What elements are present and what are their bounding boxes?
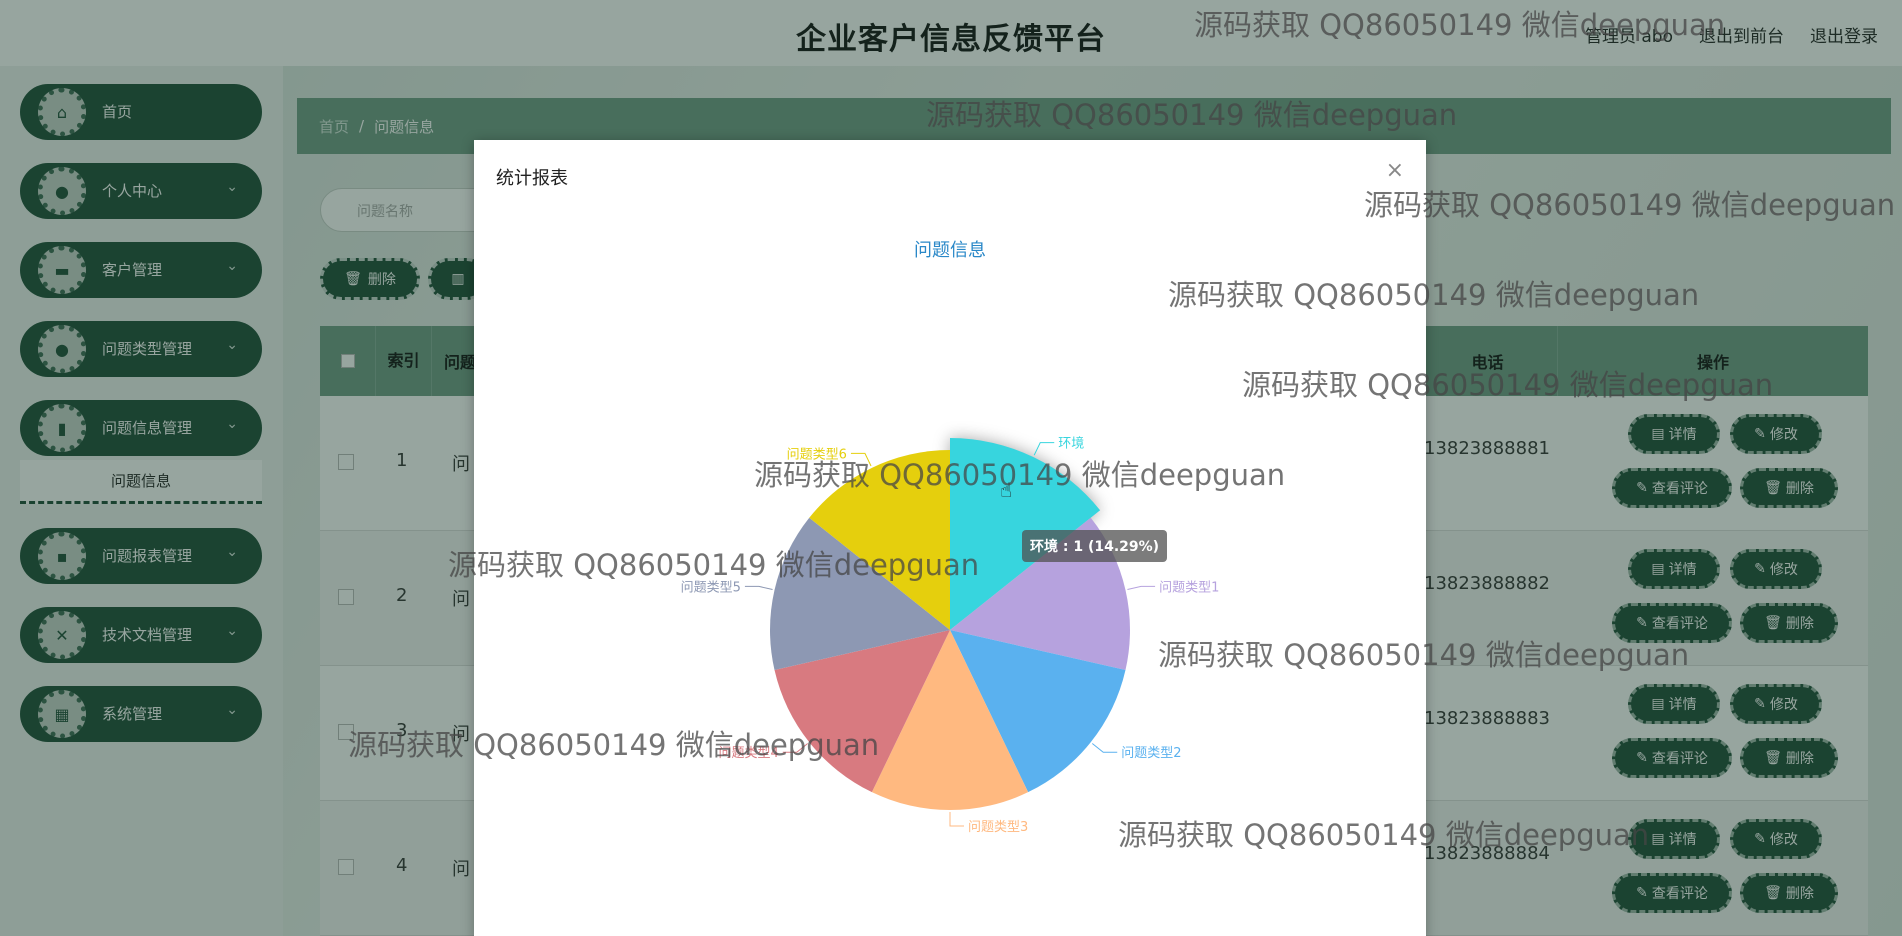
pie-label-line-2	[1091, 743, 1118, 753]
pie-label-2: 问题类型2	[1121, 746, 1181, 761]
pie-label-line-0	[1033, 442, 1055, 456]
pie-label-line-3	[949, 812, 964, 827]
pie-label-line-6	[850, 452, 872, 467]
pie-label-1: 问题类型1	[1159, 580, 1219, 595]
pie-label-6: 问题类型6	[787, 447, 847, 462]
pie-chart: 环境问题类型1 问题类型2 问题类型3 问题类型4 问题类型5 问题类型6	[681, 437, 1220, 835]
pie-label-line-1	[1127, 585, 1156, 590]
pie-label-0: 环境	[1058, 437, 1084, 452]
stats-report-modal: 统计报表 × 问题信息 环境 问题类型1 问题类型2 问题类型3 问题类型4 问题类型5 问…	[474, 140, 1426, 936]
pie-label-3: 问题类型3	[968, 820, 1028, 835]
pie-label-4: 问题类型4	[718, 746, 778, 761]
chart-tooltip: 环境 : 1 (14.29%)	[1022, 530, 1168, 562]
pie-label-line-5	[744, 585, 773, 590]
pointer-cursor-icon: ☝	[1000, 478, 1013, 502]
pie-label-line-4	[782, 743, 809, 753]
pie-label-5: 问题类型5	[681, 580, 741, 595]
